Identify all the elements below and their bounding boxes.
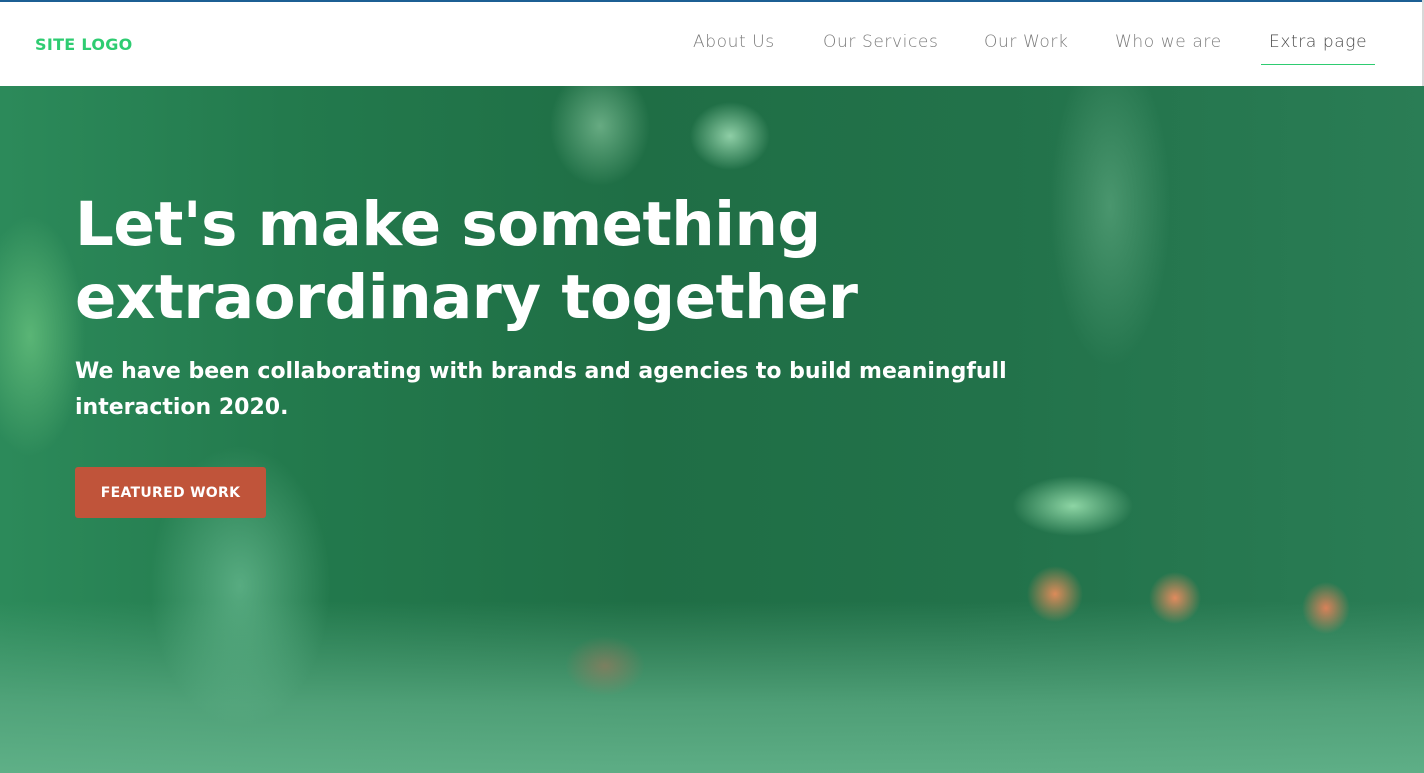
hero-title: Let's make something extraordinary toget…: [75, 189, 858, 333]
nav-extra-page[interactable]: Extra page: [1269, 32, 1367, 52]
nav-our-services[interactable]: Our Services: [823, 32, 938, 52]
hero-subtitle: We have been collaborating with brands a…: [75, 359, 1007, 420]
featured-work-button[interactable]: FEATURED WORK: [75, 467, 266, 518]
active-nav-underline: [1261, 64, 1375, 65]
nav-our-work[interactable]: Our Work: [984, 32, 1068, 52]
nav-about-us[interactable]: About Us: [693, 32, 775, 52]
site-logo[interactable]: SITE LOGO: [35, 35, 133, 54]
hero-section: Let's make something extraordinary toget…: [0, 86, 1424, 773]
site-header: SITE LOGO About Us Our Services Our Work…: [0, 2, 1424, 86]
nav-who-we-are[interactable]: Who we are: [1115, 32, 1222, 52]
